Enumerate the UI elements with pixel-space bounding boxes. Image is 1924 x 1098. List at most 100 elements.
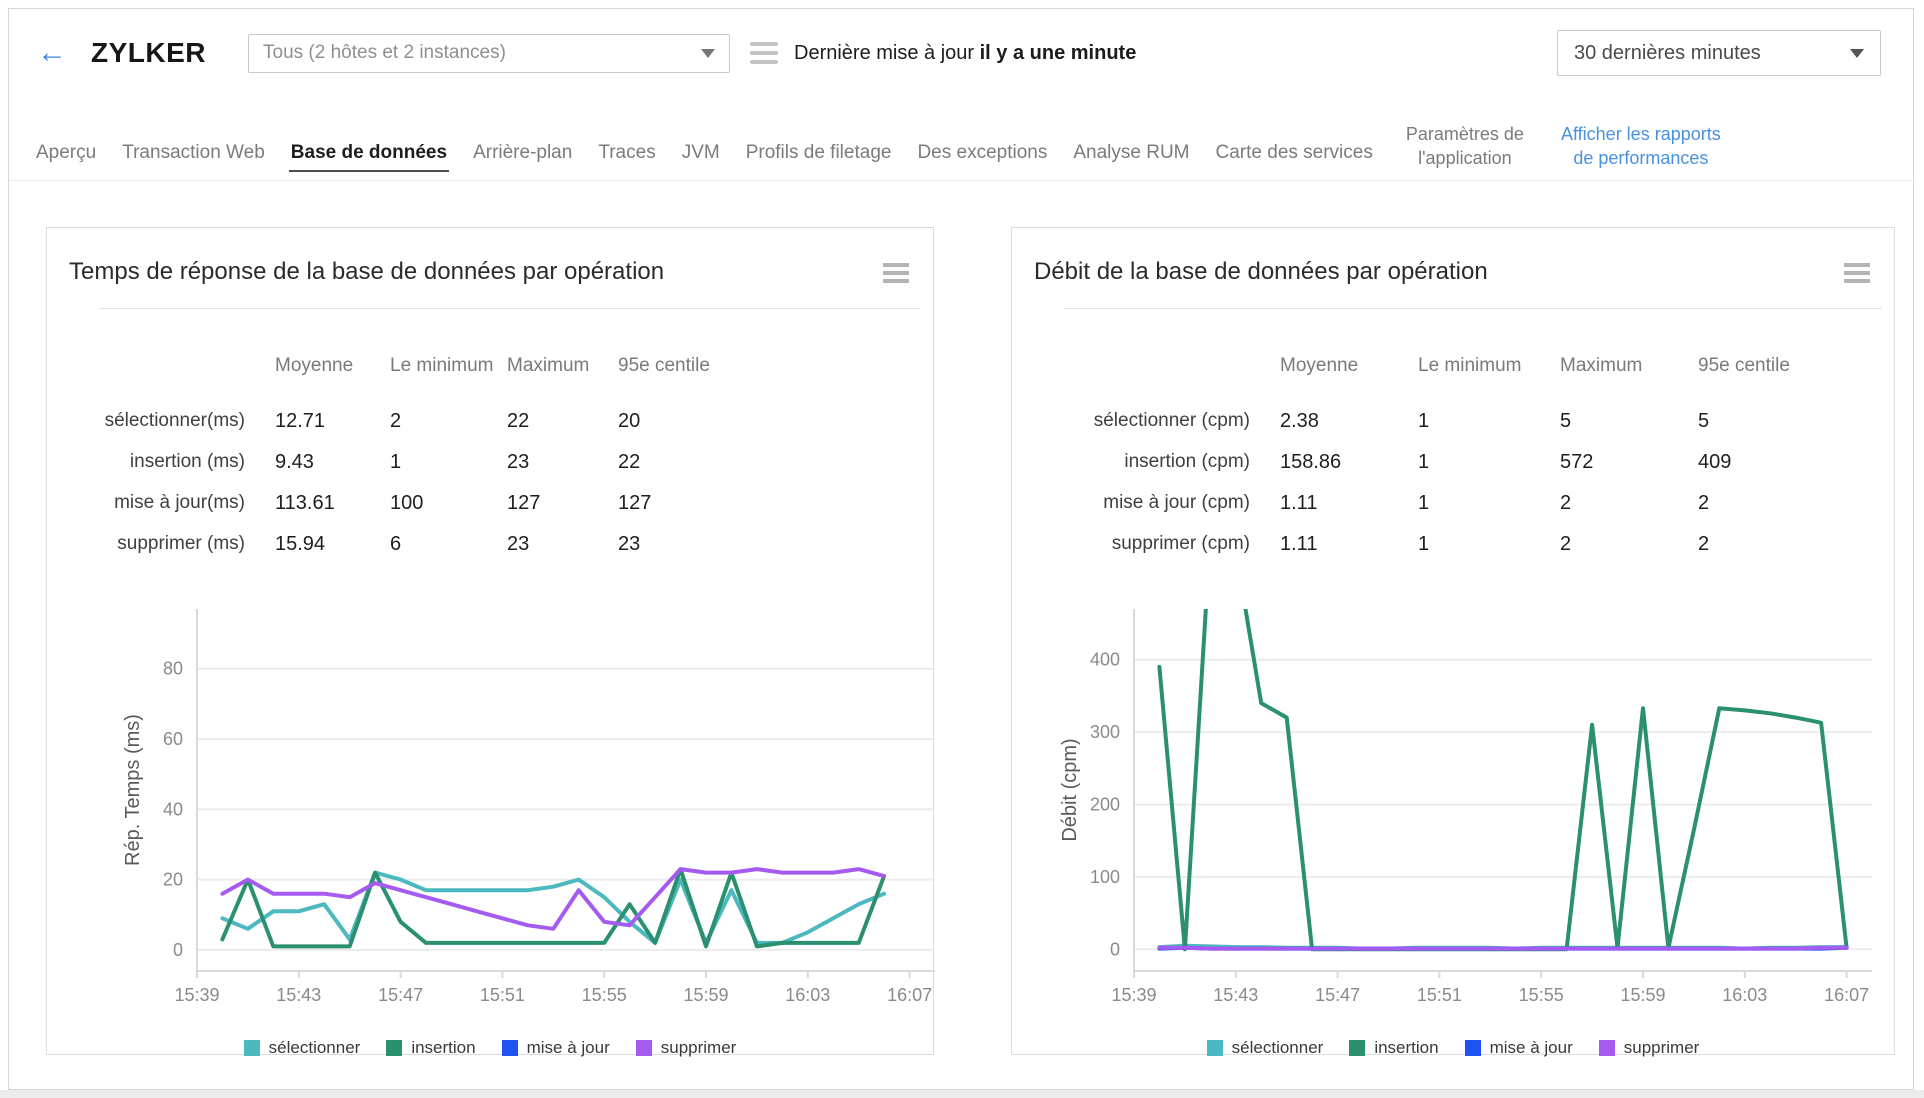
stat-supprimer-ms-maximum: 23 bbox=[507, 533, 530, 555]
legend-item-insertion[interactable]: insertion bbox=[1349, 1038, 1439, 1058]
tab-base-de-donnees[interactable]: Base de données bbox=[278, 142, 460, 180]
svg-text:15:59: 15:59 bbox=[1620, 985, 1665, 1005]
stat-mise-a-jour-cpm-le-minimum: 1 bbox=[1418, 492, 1430, 514]
back-arrow-icon[interactable]: ← bbox=[37, 38, 67, 68]
tab-traces[interactable]: Traces bbox=[585, 142, 668, 180]
row-label-mise-a-jour-cpm: mise à jour (cpm) bbox=[1103, 492, 1250, 513]
stat-insertion-cpm-le-minimum: 1 bbox=[1418, 451, 1430, 473]
stat-selectionner-cpm-maximum: 5 bbox=[1560, 410, 1572, 432]
col-header-moyenne: Moyenne bbox=[275, 355, 354, 376]
tab-arriere-plan[interactable]: Arrière-plan bbox=[460, 142, 585, 180]
row-label-supprimer-cpm: supprimer (cpm) bbox=[1111, 533, 1250, 554]
col-header-moyenne: Moyenne bbox=[1280, 355, 1359, 376]
panel-menu-icon[interactable] bbox=[1844, 261, 1870, 283]
svg-text:16:07: 16:07 bbox=[887, 985, 932, 1005]
hamburger-icon[interactable] bbox=[750, 42, 778, 64]
panel-title: Temps de réponse de la base de données p… bbox=[69, 258, 665, 285]
row-label-insertion-ms: insertion (ms) bbox=[129, 451, 245, 472]
stat-supprimer-cpm-le-minimum: 1 bbox=[1418, 533, 1430, 555]
svg-text:15:47: 15:47 bbox=[1315, 985, 1360, 1005]
svg-text:Rép. Temps (ms): Rép. Temps (ms) bbox=[122, 714, 144, 866]
chart-wrap: 0 20 40 60 80 15:39 15:43 15:47 15:51 15:55 15:59 1… bbox=[47, 593, 935, 1010]
last-update-value: il y a une minute bbox=[979, 41, 1137, 64]
tab-profils-de-filetage[interactable]: Profils de filetage bbox=[733, 142, 905, 180]
divider bbox=[99, 308, 921, 309]
stat-mise-a-jour-ms-maximum: 127 bbox=[507, 492, 541, 514]
tab-des-exceptions[interactable]: Des exceptions bbox=[904, 142, 1060, 180]
stat-mise-a-jour-cpm-95e-centile: 2 bbox=[1698, 492, 1710, 514]
stat-insertion-ms-95e-centile: 22 bbox=[618, 451, 641, 473]
svg-text:15:47: 15:47 bbox=[378, 985, 423, 1005]
stat-insertion-cpm-maximum: 572 bbox=[1560, 451, 1594, 473]
col-header-empty bbox=[75, 355, 275, 411]
panel-title: Débit de la base de données par opératio… bbox=[1034, 258, 1488, 285]
svg-text:16:03: 16:03 bbox=[785, 985, 830, 1005]
stat-insertion-ms-moyenne: 9.43 bbox=[275, 451, 314, 473]
svg-text:15:59: 15:59 bbox=[683, 985, 728, 1005]
legend-label-mise-a-jour: mise à jour bbox=[1489, 1038, 1573, 1057]
stat-mise-a-jour-ms-95e-centile: 127 bbox=[618, 492, 652, 514]
stat-mise-a-jour-ms-moyenne: 113.61 bbox=[275, 492, 335, 514]
tab-parametres-de-l-application[interactable]: Paramètres de l'application bbox=[1386, 123, 1544, 180]
series-line-insertion bbox=[1157, 609, 1849, 952]
panel-throughput: Débit de la base de données par opératio… bbox=[1011, 227, 1895, 1058]
last-update-prefix: Dernière mise à jour bbox=[794, 41, 980, 64]
legend-item-insertion[interactable]: insertion bbox=[386, 1038, 476, 1058]
series-line-insertion bbox=[220, 867, 887, 949]
svg-text:20: 20 bbox=[163, 870, 183, 890]
stat-supprimer-ms-95e-centile: 23 bbox=[618, 533, 641, 555]
stat-selectionner-ms-le-minimum: 2 bbox=[390, 410, 402, 432]
col-header-95e-centile: 95e centile bbox=[618, 355, 710, 376]
tab-transaction-web[interactable]: Transaction Web bbox=[109, 142, 278, 180]
tab-analyse-rum[interactable]: Analyse RUM bbox=[1060, 142, 1202, 180]
svg-text:60: 60 bbox=[163, 729, 183, 749]
legend-item-supprimer[interactable]: supprimer bbox=[1598, 1038, 1699, 1058]
svg-text:400: 400 bbox=[1090, 650, 1120, 670]
legend-item-selectionner[interactable]: sélectionner bbox=[243, 1038, 360, 1058]
scope-select-value: Tous (2 hôtes et 2 instances) bbox=[263, 42, 506, 63]
panel-menu-icon[interactable] bbox=[883, 261, 909, 283]
svg-text:16:07: 16:07 bbox=[1824, 985, 1869, 1005]
tab-afficher-les-rapports-de-performances[interactable]: Afficher les rapports de performances bbox=[1544, 123, 1738, 180]
svg-text:15:55: 15:55 bbox=[1519, 985, 1564, 1005]
col-header-maximum: Maximum bbox=[1560, 355, 1643, 376]
row-label-selectionner-cpm: sélectionner (cpm) bbox=[1093, 410, 1250, 431]
stat-selectionner-cpm-95e-centile: 5 bbox=[1698, 410, 1710, 432]
stat-mise-a-jour-cpm-moyenne: 1.11 bbox=[1280, 492, 1318, 514]
tab-apercu[interactable]: Aperçu bbox=[23, 142, 109, 180]
legend-item-selectionner[interactable]: sélectionner bbox=[1206, 1038, 1323, 1058]
legend-swatch-insertion bbox=[1349, 1040, 1366, 1056]
svg-text:15:39: 15:39 bbox=[1111, 985, 1156, 1005]
last-update-text: Dernière mise à jour il y a une minute bbox=[794, 42, 1136, 65]
chart-legend: sélectionner insertion mise à jour supprime… bbox=[47, 1038, 933, 1058]
legend-item-mise-a-jour[interactable]: mise à jour bbox=[1464, 1038, 1573, 1058]
stat-insertion-ms-maximum: 23 bbox=[507, 451, 530, 473]
stat-supprimer-cpm-moyenne: 1.11 bbox=[1280, 533, 1318, 555]
tab-jvm[interactable]: JVM bbox=[669, 142, 733, 180]
stat-selectionner-ms-95e-centile: 20 bbox=[618, 410, 641, 432]
series-line-supprimer bbox=[220, 867, 887, 931]
tab-carte-des-services[interactable]: Carte des services bbox=[1203, 142, 1386, 180]
stats-table: Moyenne Le minimum Maximum 95e centile sélec… bbox=[75, 355, 933, 575]
col-header-maximum: Maximum bbox=[507, 355, 590, 376]
legend-item-mise-a-jour[interactable]: mise à jour bbox=[501, 1038, 610, 1058]
svg-text:300: 300 bbox=[1090, 722, 1120, 742]
stat-supprimer-cpm-95e-centile: 2 bbox=[1698, 533, 1710, 555]
svg-text:0: 0 bbox=[173, 940, 183, 960]
legend-item-supprimer[interactable]: supprimer bbox=[635, 1038, 736, 1058]
scope-select[interactable]: Tous (2 hôtes et 2 instances) bbox=[248, 33, 730, 73]
stat-selectionner-cpm-le-minimum: 1 bbox=[1418, 410, 1430, 432]
time-range-select[interactable]: 30 dernières minutes bbox=[1557, 30, 1881, 76]
throughput-chart: 0 100 200 300 400 15:39 15:43 15:47 15:51 15:55 15… bbox=[1059, 609, 1872, 1005]
header: ← ZYLKER Tous (2 hôtes et 2 instances) D… bbox=[9, 9, 1913, 97]
col-header-95e-centile: 95e centile bbox=[1698, 355, 1790, 376]
panel-response-time: Temps de réponse de la base de données p… bbox=[46, 227, 935, 1058]
panel-header: Débit de la base de données par opératio… bbox=[1012, 228, 1894, 286]
legend-swatch-mise-a-jour bbox=[501, 1040, 518, 1056]
stat-mise-a-jour-ms-le-minimum: 100 bbox=[390, 492, 424, 514]
svg-text:200: 200 bbox=[1090, 795, 1120, 815]
stat-selectionner-ms-moyenne: 12.71 bbox=[275, 410, 326, 432]
app-window: ← ZYLKER Tous (2 hôtes et 2 instances) D… bbox=[8, 8, 1914, 1090]
stat-selectionner-cpm-moyenne: 2.38 bbox=[1280, 410, 1319, 432]
legend-label-mise-a-jour: mise à jour bbox=[526, 1038, 610, 1057]
